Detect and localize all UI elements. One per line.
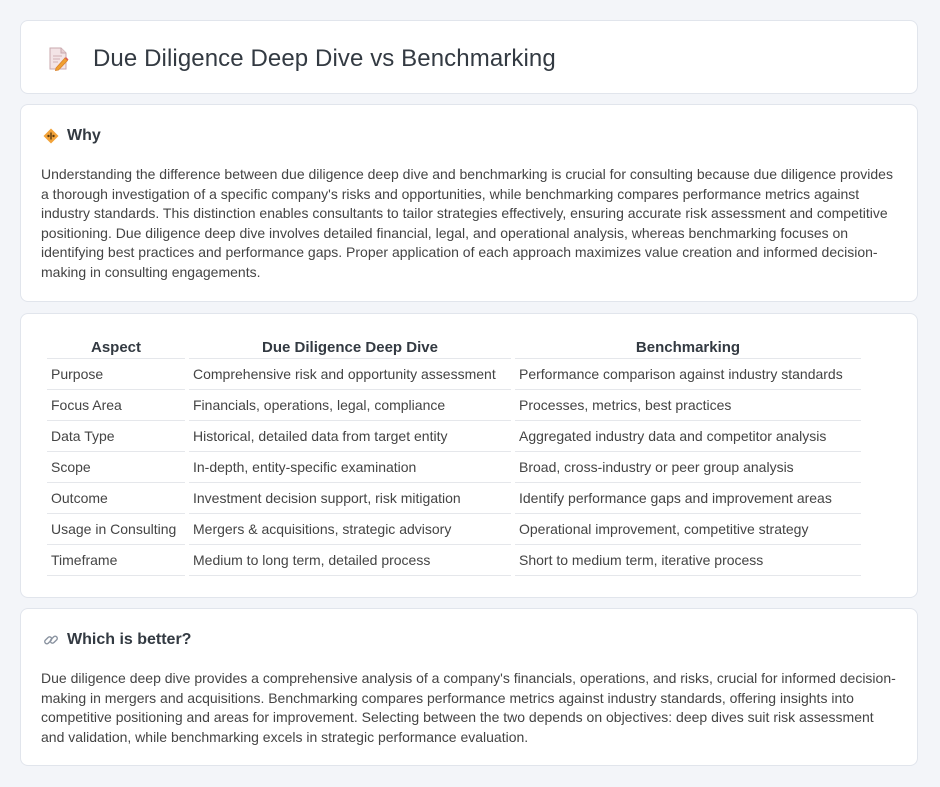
why-title: Why [67,127,101,144]
table-cell: Mergers & acquisitions, strategic adviso… [189,514,511,545]
link-icon [43,632,59,648]
table-cell: Processes, metrics, best practices [515,390,861,421]
table-cell: Scope [47,452,185,483]
comparison-section: Aspect Due Diligence Deep Dive Benchmark… [20,313,918,598]
table-cell: Identify performance gaps and improvemen… [515,483,861,514]
which-is-better-section: Which is better? Due diligence deep dive… [20,608,918,766]
table-cell: Performance comparison against industry … [515,359,861,390]
why-heading: Why [43,127,101,145]
column-header-benchmarking: Benchmarking [515,336,861,359]
better-body: Due diligence deep dive provides a compr… [41,670,896,745]
column-header-due-diligence: Due Diligence Deep Dive [189,336,511,359]
table-cell: Broad, cross-industry or peer group anal… [515,452,861,483]
table-cell: Usage in Consulting [47,514,185,545]
table-row: Scope In-depth, entity-specific examinat… [47,452,861,483]
why-body: Understanding the difference between due… [41,166,893,280]
table-cell: Aggregated industry data and competitor … [515,421,861,452]
table-header-row: Aspect Due Diligence Deep Dive Benchmark… [47,336,861,359]
table-cell: Operational improvement, competitive str… [515,514,861,545]
table-cell: In-depth, entity-specific examination [189,452,511,483]
page-header: Due Diligence Deep Dive vs Benchmarking [47,45,556,73]
table-row: Usage in Consulting Mergers & acquisitio… [47,514,861,545]
table-cell: Focus Area [47,390,185,421]
column-header-aspect: Aspect [47,336,185,359]
table-cell: Comprehensive risk and opportunity asses… [189,359,511,390]
table-cell: Investment decision support, risk mitiga… [189,483,511,514]
why-section: Why Understanding the difference between… [20,104,918,302]
table-row: Timeframe Medium to long term, detailed … [47,545,861,576]
title-card: Due Diligence Deep Dive vs Benchmarking [20,20,918,94]
table-row: Purpose Comprehensive risk and opportuni… [47,359,861,390]
table-cell: Timeframe [47,545,185,576]
document-pencil-icon [47,47,69,71]
table-cell: Short to medium term, iterative process [515,545,861,576]
diamond-warning-icon [43,128,59,144]
comparison-table: Aspect Due Diligence Deep Dive Benchmark… [43,336,865,576]
table-cell: Data Type [47,421,185,452]
table-cell: Purpose [47,359,185,390]
better-title: Which is better? [67,631,192,648]
table-row: Focus Area Financials, operations, legal… [47,390,861,421]
table-cell: Outcome [47,483,185,514]
table-cell: Medium to long term, detailed process [189,545,511,576]
page-title: Due Diligence Deep Dive vs Benchmarking [93,45,556,72]
table-row: Outcome Investment decision support, ris… [47,483,861,514]
table-cell: Historical, detailed data from target en… [189,421,511,452]
table-row: Data Type Historical, detailed data from… [47,421,861,452]
better-heading: Which is better? [43,631,191,649]
table-cell: Financials, operations, legal, complianc… [189,390,511,421]
